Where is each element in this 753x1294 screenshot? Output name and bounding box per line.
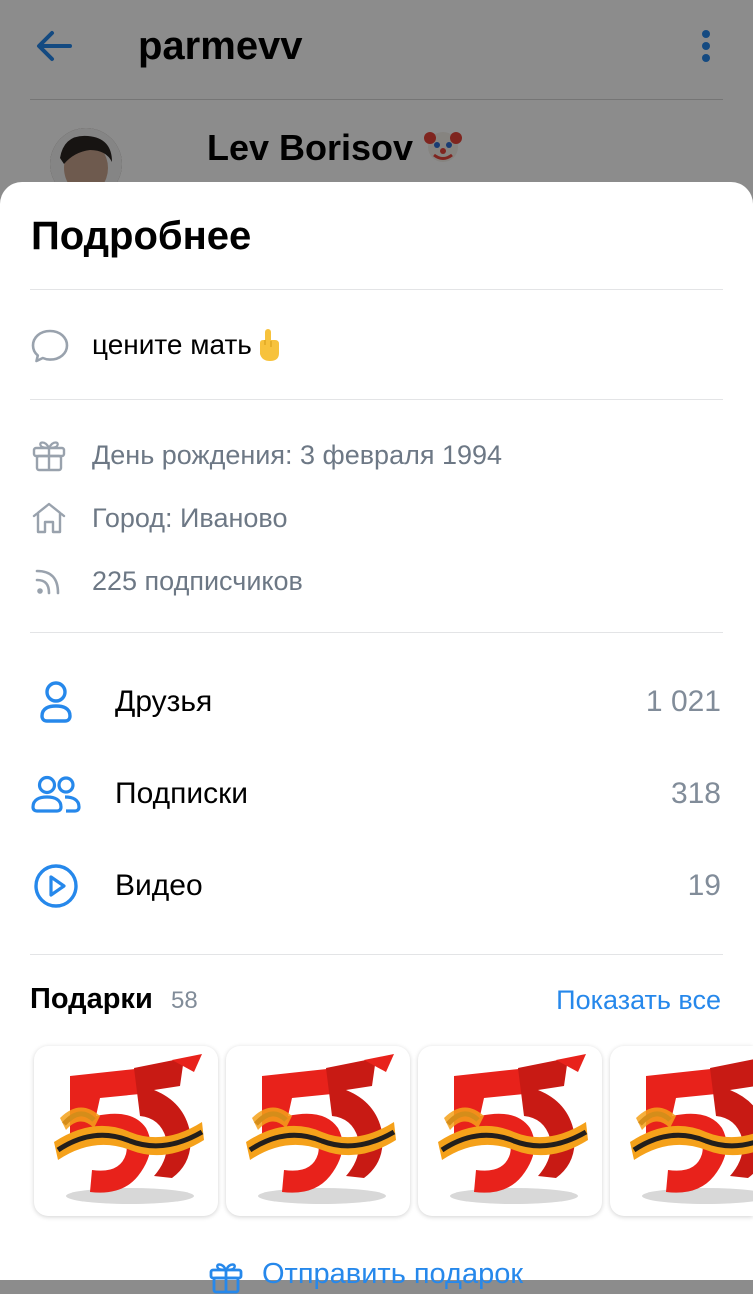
users-icon	[31, 775, 81, 813]
gift-item[interactable]	[418, 1046, 602, 1216]
status-text-value: цените мать	[92, 329, 252, 360]
followers-row[interactable]: 225 подписчиков	[30, 558, 723, 604]
status-text: цените мать	[92, 328, 282, 362]
divider	[30, 954, 723, 955]
videos-count: 19	[687, 869, 721, 902]
birthday-text: День рождения: 3 февраля 1994	[92, 440, 503, 470]
gift-image	[54, 1054, 204, 1204]
pointing-up-emoji-icon	[259, 329, 279, 361]
videos-row[interactable]: Видео 19	[30, 854, 723, 918]
divider	[30, 632, 723, 633]
gift-item[interactable]	[34, 1046, 218, 1216]
comment-icon	[31, 329, 69, 363]
subscriptions-count: 318	[670, 777, 721, 810]
gift-item[interactable]	[226, 1046, 410, 1216]
play-circle-icon	[34, 864, 78, 908]
friends-row[interactable]: Друзья 1 021	[30, 670, 723, 734]
show-all-gifts-link[interactable]: Показать все	[556, 982, 721, 1018]
birthday-row: День рождения: 3 февраля 1994	[30, 432, 723, 478]
gift-image	[630, 1059, 753, 1204]
gift-item[interactable]	[610, 1046, 753, 1216]
gifts-count: 58	[171, 987, 198, 1014]
subscriptions-row[interactable]: Подписки 318	[30, 762, 723, 826]
gifts-title: Подарки	[30, 983, 153, 1015]
home-icon	[32, 502, 66, 534]
followers-text: 225 подписчиков	[92, 566, 303, 596]
friends-count: 1 021	[645, 685, 721, 718]
gift-icon	[32, 441, 66, 472]
sheet-title: Подробнее	[31, 214, 252, 258]
gift-image	[438, 1054, 588, 1204]
divider	[30, 289, 723, 290]
friends-label: Друзья	[115, 685, 213, 718]
divider	[30, 399, 723, 400]
status-row: цените мать	[30, 320, 723, 372]
rss-icon	[35, 569, 60, 595]
user-icon	[40, 681, 72, 723]
gifts-header: Подарки 58 Показать все	[30, 980, 723, 1020]
subscriptions-label: Подписки	[115, 777, 248, 810]
city-row: Город: Иваново	[30, 495, 723, 541]
send-gift-label: Отправить подарок	[262, 1258, 524, 1290]
gift-icon	[209, 1263, 243, 1294]
videos-label: Видео	[115, 869, 203, 902]
gift-image	[246, 1054, 396, 1204]
city-text: Город: Иваново	[92, 503, 288, 533]
